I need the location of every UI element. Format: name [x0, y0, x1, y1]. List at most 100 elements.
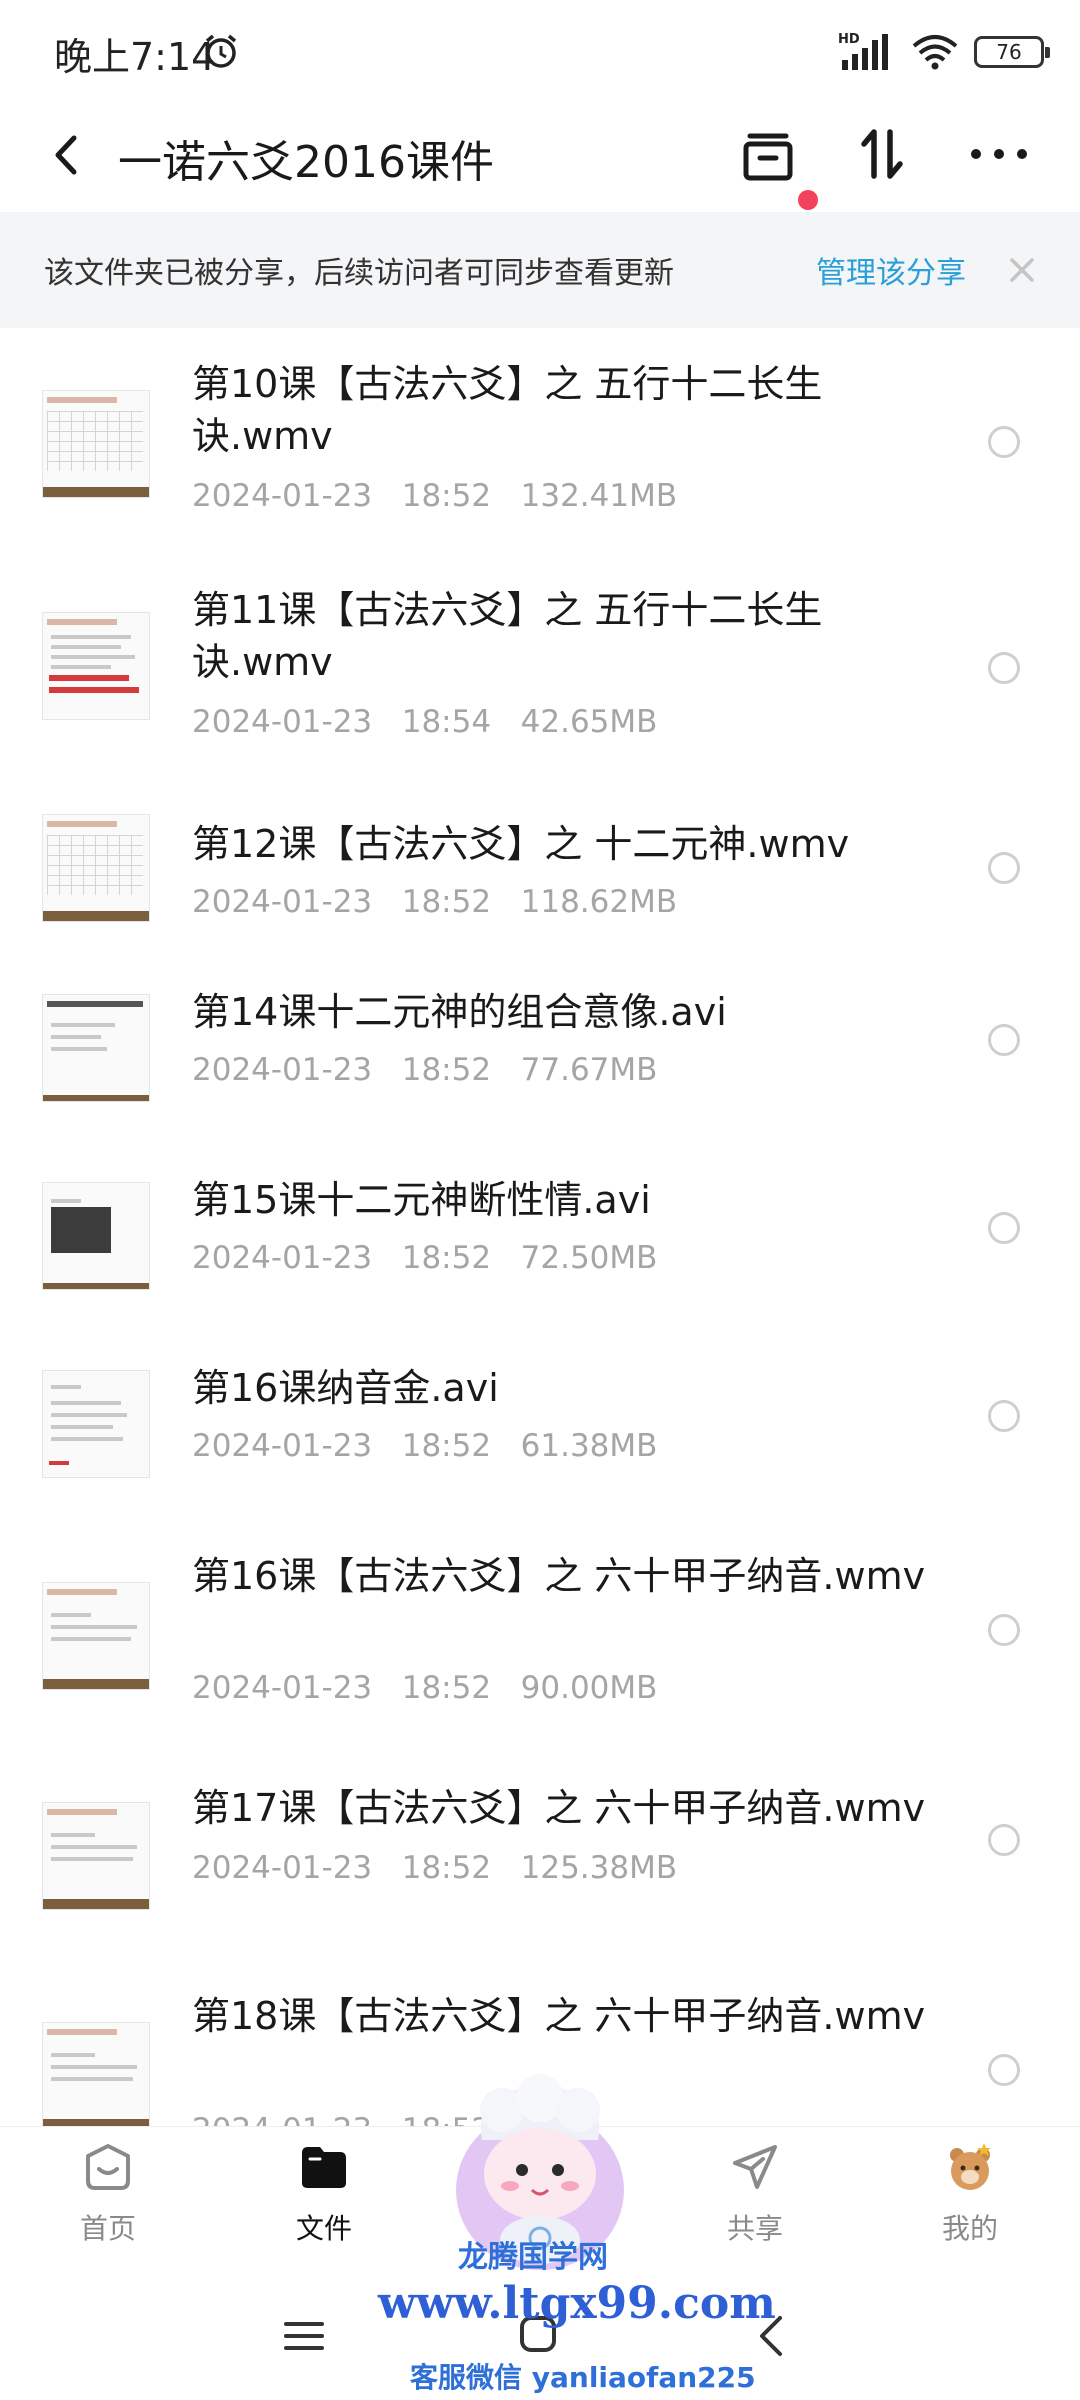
select-radio[interactable]	[988, 1614, 1020, 1646]
tab-label: 我的	[941, 2212, 998, 2245]
home-icon	[86, 2144, 130, 2190]
file-size: 61.38MB	[520, 1428, 658, 1464]
app-header: 一诺六爻2016课件	[0, 100, 1080, 212]
cellular-signal-icon: HD	[838, 32, 896, 72]
watermark-site-name: 龙腾国学网	[458, 2240, 608, 2275]
file-size: 90.00MB	[520, 1670, 658, 1706]
file-meta: 2024-01-23 18:52 77.67MB	[192, 1052, 657, 1088]
file-size: 77.67MB	[520, 1052, 658, 1088]
file-time: 18:52	[401, 1240, 492, 1276]
file-list-item[interactable]: 第16课纳音金.avi 2024-01-23 18:52 61.38MB	[0, 1330, 1080, 1518]
video-thumbnail	[42, 1802, 150, 1910]
sort-icon[interactable]	[852, 118, 912, 190]
select-radio[interactable]	[988, 652, 1020, 684]
transfer-list-icon[interactable]	[736, 118, 800, 190]
select-radio[interactable]	[988, 1212, 1020, 1244]
select-radio[interactable]	[988, 1024, 1020, 1056]
file-date: 2024-01-23	[192, 478, 373, 514]
file-time: 18:52	[401, 1850, 492, 1886]
select-radio[interactable]	[988, 1824, 1020, 1856]
file-list-item[interactable]: 第11课【古法六爻】之 五行十二长生诀.wmv 2024-01-23 18:54…	[0, 554, 1080, 780]
file-date: 2024-01-23	[192, 1052, 373, 1088]
file-name: 第16课纳音金.avi	[192, 1366, 499, 1410]
file-meta: 2024-01-23 18:52 72.50MB	[192, 1240, 657, 1276]
video-thumbnail	[42, 2022, 150, 2128]
file-date: 2024-01-23	[192, 1240, 373, 1276]
file-list-item[interactable]: 第14课十二元神的组合意像.avi 2024-01-23 18:52 77.67…	[0, 954, 1080, 1142]
select-radio[interactable]	[988, 852, 1020, 884]
video-thumbnail	[42, 814, 150, 922]
file-time: 18:52	[401, 478, 492, 514]
folder-icon	[302, 2147, 346, 2188]
video-thumbnail	[42, 612, 150, 720]
status-icons: HD 76	[838, 30, 1050, 74]
status-bar: 晚上7:14 HD 76	[0, 0, 1080, 100]
tab-label: 文件	[295, 2212, 352, 2245]
file-date: 2024-01-23	[192, 1850, 373, 1886]
battery-icon: 76	[974, 36, 1050, 68]
file-time: 18:52	[401, 1670, 492, 1706]
file-meta: 2024-01-23 18:52 90.00MB	[192, 1670, 657, 1706]
file-name: 第12课【古法六爻】之 十二元神.wmv	[192, 822, 850, 866]
file-name: 第11课【古法六爻】之 五行十二长生诀.wmv	[192, 588, 823, 684]
recent-apps-icon[interactable]	[284, 2316, 324, 2356]
tab-share[interactable]: 共享	[685, 2127, 825, 2267]
file-meta: 2024-01-23 18:52 125.38MB	[192, 1850, 677, 1886]
profile-icon	[950, 2143, 991, 2190]
watermark-contact: 客服微信 yanliaofan225	[410, 2361, 756, 2394]
file-size: 42.65MB	[520, 704, 658, 740]
battery-level: 76	[996, 40, 1022, 64]
file-date: 2024-01-23	[192, 884, 373, 920]
file-meta: 2024-01-23 18:52 132.41MB	[192, 478, 677, 514]
watermark-url: www.ltgx99.com	[378, 2278, 776, 2329]
share-icon	[733, 2145, 777, 2189]
file-meta: 2024-01-23 18:52 118.62MB	[192, 884, 677, 920]
file-list-item[interactable]: 第12课【古法六爻】之 十二元神.wmv 2024-01-23 18:52 11…	[0, 780, 1080, 954]
share-notice-text: 该文件夹已被分享，后续访问者可同步查看更新	[44, 256, 674, 291]
file-date: 2024-01-23	[192, 1670, 373, 1706]
file-meta: 2024-01-23 18:54 42.65MB	[192, 704, 657, 740]
file-size: 132.41MB	[520, 478, 678, 514]
tab-label: 首页	[79, 2212, 136, 2245]
file-size: 125.38MB	[520, 1850, 678, 1886]
file-list: 第10课【古法六爻】之 五行十二长生诀.wmv 2024-01-23 18:52…	[0, 328, 1080, 2128]
tab-files[interactable]: 文件	[254, 2127, 394, 2267]
file-time: 18:52	[401, 1052, 492, 1088]
notification-badge	[798, 190, 818, 210]
file-list-item[interactable]: 第17课【古法六爻】之 六十甲子纳音.wmv 2024-01-23 18:52 …	[0, 1758, 1080, 1958]
file-name: 第17课【古法六爻】之 六十甲子纳音.wmv	[192, 1786, 926, 1830]
tab-profile[interactable]: 我的	[900, 2127, 1040, 2267]
file-list-item[interactable]: 第16课【古法六爻】之 六十甲子纳音.wmv 2024-01-23 18:52 …	[0, 1518, 1080, 1758]
page-title: 一诺六爻2016课件	[118, 137, 494, 188]
file-list-item[interactable]: 第10课【古法六爻】之 五行十二长生诀.wmv 2024-01-23 18:52…	[0, 328, 1080, 554]
file-size: 72.50MB	[520, 1240, 658, 1276]
file-name: 第16课【古法六爻】之 六十甲子纳音.wmv	[192, 1554, 926, 1598]
file-date: 2024-01-23	[192, 704, 373, 740]
alarm-clock-icon	[205, 34, 237, 68]
file-size: 118.62MB	[520, 884, 678, 920]
back-arrow-icon[interactable]	[44, 122, 88, 188]
select-radio[interactable]	[988, 2054, 1020, 2086]
status-time: 晚上7:14	[54, 35, 216, 79]
close-icon[interactable]	[1004, 252, 1040, 288]
file-list-item[interactable]: 第15课十二元神断性情.avi 2024-01-23 18:52 72.50MB	[0, 1142, 1080, 1330]
file-name: 第15课十二元神断性情.avi	[192, 1178, 651, 1222]
more-options-icon[interactable]	[966, 118, 1032, 190]
tab-label: 共享	[726, 2212, 783, 2245]
file-time: 18:54	[401, 704, 492, 740]
wifi-icon	[912, 35, 958, 70]
video-thumbnail	[42, 1182, 150, 1290]
file-date: 2024-01-23	[192, 1428, 373, 1464]
file-time: 18:52	[401, 1428, 492, 1464]
file-time: 18:52	[401, 884, 492, 920]
video-thumbnail	[42, 994, 150, 1102]
file-name: 第14课十二元神的组合意像.avi	[192, 990, 727, 1034]
file-meta: 2024-01-23 18:52 61.38MB	[192, 1428, 657, 1464]
share-notice-banner: 该文件夹已被分享，后续访问者可同步查看更新 管理该分享	[0, 212, 1080, 328]
select-radio[interactable]	[988, 1400, 1020, 1432]
video-thumbnail	[42, 1370, 150, 1478]
manage-share-link[interactable]: 管理该分享	[816, 248, 966, 292]
select-radio[interactable]	[988, 426, 1020, 458]
file-name: 第18课【古法六爻】之 六十甲子纳音.wmv	[192, 1994, 926, 2038]
tab-home[interactable]: 首页	[38, 2127, 178, 2267]
